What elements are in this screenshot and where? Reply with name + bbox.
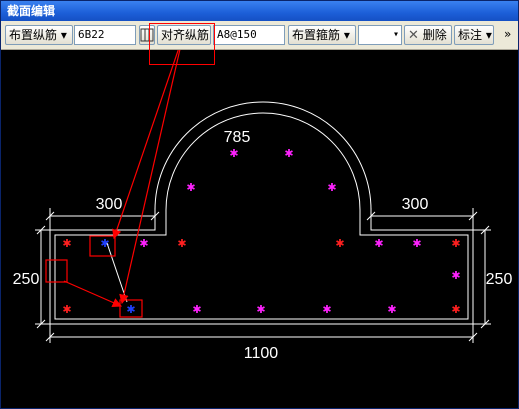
rebar-magenta-group: ✱ ✱ ✱ ✱ ✱ ✱ ✱ ✱ ✱ ✱ ✱ ✱ [139, 147, 460, 316]
drawing-canvas[interactable]: 300 300 785 250 250 1100 ✱ ✱ ✱ ✱ ✱ ✱ ✱ ✱… [1, 50, 518, 408]
dim-right-top: 300 [402, 196, 429, 213]
dim-left-top: 300 [96, 196, 123, 213]
section-editor-window: 截面编辑 布置纵筋 ▾ 6B22 对齐纵筋 A8@150 布置箍筋 ▾ ▾ ✕ … [0, 0, 519, 409]
close-icon: ✕ [408, 28, 419, 43]
toolbar-overflow-button[interactable]: » [504, 25, 516, 45]
rebar-red: ✱ [451, 237, 460, 250]
section-outline [49, 101, 474, 325]
rebar-magenta: ✱ [412, 237, 421, 250]
delete-button[interactable]: ✕ 删除 [404, 25, 452, 45]
rebar-red: ✱ [177, 237, 186, 250]
rebar-magenta: ✱ [322, 303, 331, 316]
rebar-red: ✱ [451, 303, 460, 316]
dim-arch: 785 [224, 129, 251, 146]
rebar-magenta: ✱ [139, 237, 148, 250]
arrow-align-to-bar [119, 50, 181, 305]
annotate-dropdown[interactable]: 标注 ▾ [454, 25, 494, 45]
delete-label: 删除 [422, 28, 447, 42]
place-stirrup-dropdown[interactable]: 布置箍筋 ▾ [288, 25, 356, 45]
window-title: 截面编辑 [1, 1, 518, 21]
stirrup-select[interactable]: ▾ [358, 25, 402, 45]
rebar-red: ✱ [335, 237, 344, 250]
rebar-magenta: ✱ [192, 303, 201, 316]
rebar-magenta: ✱ [374, 237, 383, 250]
align-longitudinal-button[interactable]: 对齐纵筋 [157, 25, 211, 45]
dim-left-side: 250 [13, 271, 40, 288]
chevron-down-icon: ▾ [392, 29, 399, 40]
place-longitudinal-dropdown[interactable]: 布置纵筋 ▾ [5, 25, 73, 45]
grid-icon[interactable] [139, 25, 155, 45]
stirrup-spec-field[interactable]: A8@150 [213, 25, 285, 45]
rebar-magenta: ✱ [186, 181, 195, 194]
section-drawing: 300 300 785 250 250 1100 ✱ ✱ ✱ ✱ ✱ ✱ ✱ ✱… [13, 50, 513, 362]
rebar-red: ✱ [62, 237, 71, 250]
rebar-red: ✱ [62, 303, 71, 316]
toolbar: 布置纵筋 ▾ 6B22 对齐纵筋 A8@150 布置箍筋 ▾ ▾ ✕ 删除 标注… [1, 22, 518, 50]
rebar-magenta: ✱ [387, 303, 396, 316]
longitudinal-spec-field[interactable]: 6B22 [74, 25, 136, 45]
rebar-magenta: ✱ [451, 269, 460, 282]
rebar-blue: ✱ [126, 303, 135, 316]
rebar-magenta: ✱ [284, 147, 293, 160]
arrow-side-to-bar [63, 280, 123, 308]
highlight-box [45, 259, 68, 283]
rebar-magenta: ✱ [256, 303, 265, 316]
rebar-magenta: ✱ [229, 147, 238, 160]
rebar-magenta: ✱ [327, 181, 336, 194]
dim-bottom: 1100 [244, 345, 279, 362]
dim-right-side: 250 [486, 271, 513, 288]
